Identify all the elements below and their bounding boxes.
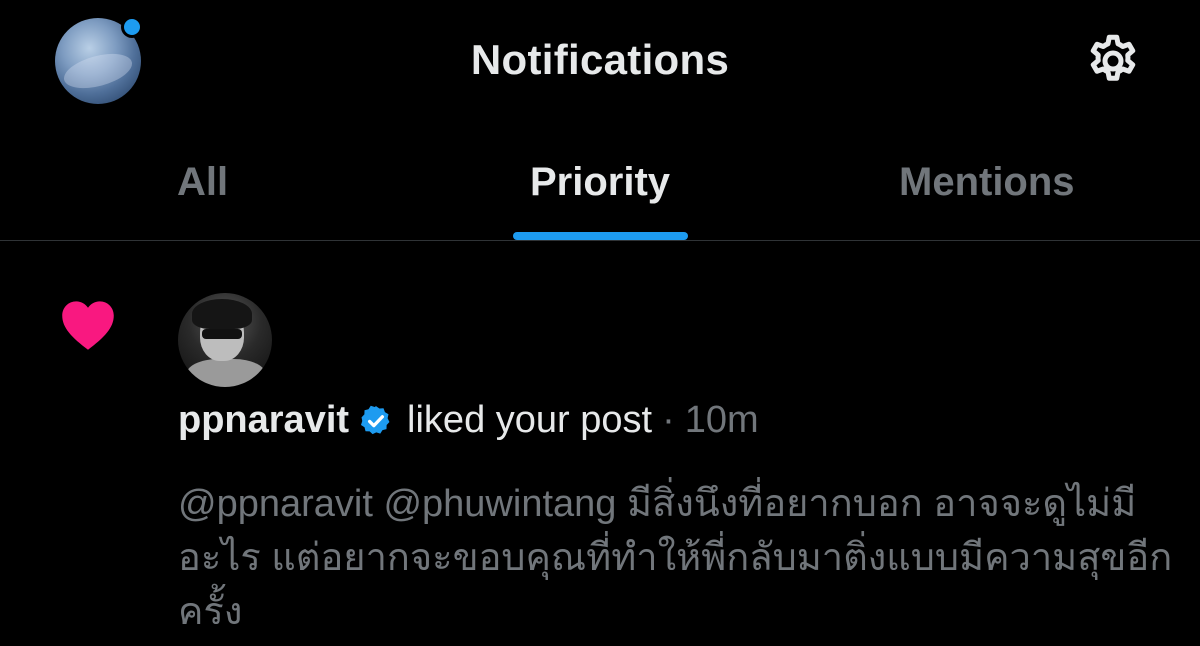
action-text: liked your post [407,399,653,441]
active-tab-indicator [513,232,688,240]
top-header: Notifications [0,0,1200,125]
unread-indicator-dot [121,16,143,38]
tab-priority-label: Priority [529,160,671,204]
avatar-hair [192,299,252,329]
heart-icon [62,301,114,350]
username-link[interactable]: ppnaravit [178,399,349,442]
notification-tabs: All Priority Mentions [0,130,1200,240]
notification-item[interactable]: ppnaravit liked your post · 10m @ppnarav… [0,241,1200,646]
post-preview-text[interactable]: @ppnaravit @phuwintang มีสิ่งนึงที่อยากบ… [178,477,1178,639]
settings-button[interactable] [1083,31,1143,91]
tab-mentions[interactable]: Mentions [899,160,1075,205]
timestamp: 10m [684,399,759,441]
notification-action-line: ppnaravit liked your post · 10m [178,399,759,442]
page-title: Notifications [470,36,730,83]
user-avatar[interactable] [178,293,272,387]
avatar-glasses [202,329,242,339]
gear-icon [1090,34,1136,81]
meta-separator: · [662,399,675,441]
avatar-shoulder [186,359,266,387]
verified-badge-icon [361,405,390,434]
